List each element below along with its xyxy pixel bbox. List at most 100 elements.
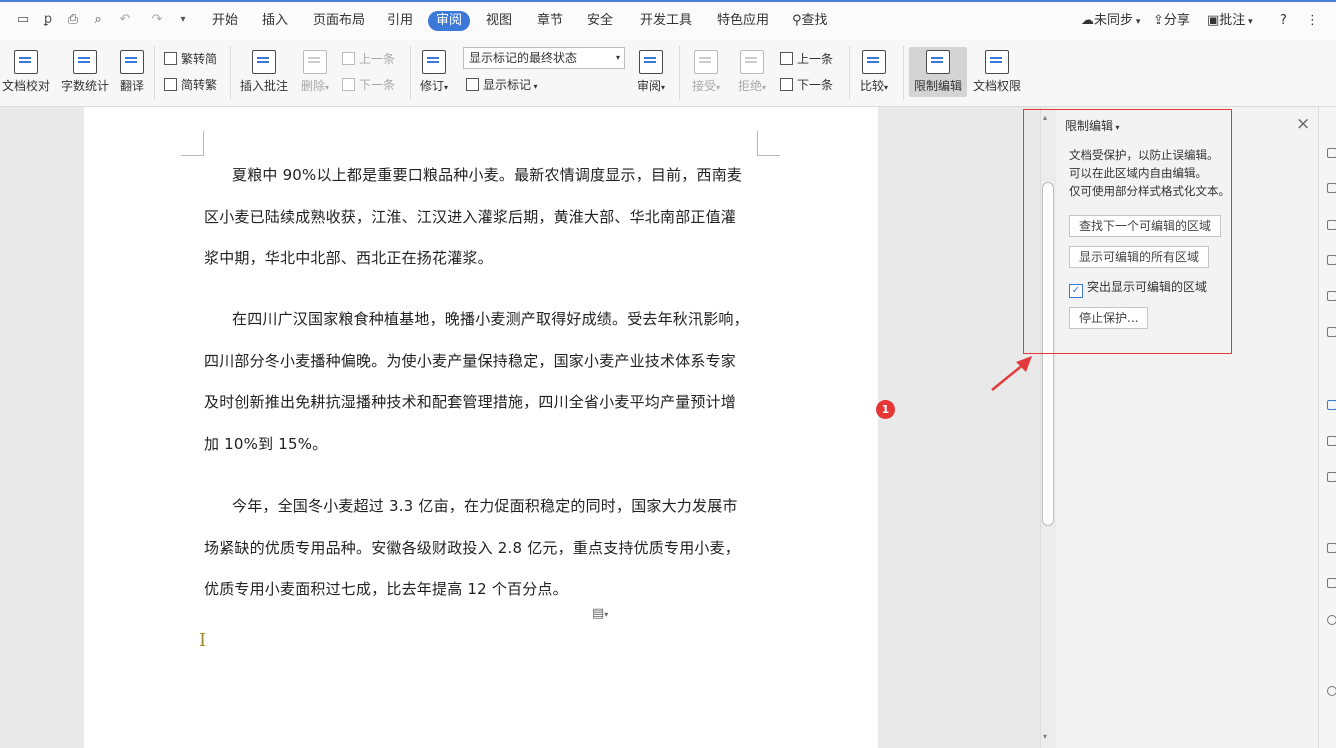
next-comment-button[interactable]: 下一条 [342, 77, 395, 93]
table-icon[interactable] [1327, 255, 1336, 265]
divider [679, 46, 680, 100]
share-button[interactable]: ⇪分享 [1153, 12, 1190, 30]
customize-chevron-icon[interactable]: ▾ [174, 11, 192, 29]
restrict-icon[interactable] [1327, 400, 1336, 410]
trad-to-simp-button[interactable]: 繁转简 [164, 51, 217, 67]
text-line: 优质专用小麦面积过七成，比去年提高 12 个百分点。 [204, 580, 568, 598]
tab-page-layout[interactable]: 页面布局 [313, 12, 365, 30]
margin-corner [181, 131, 204, 156]
redo-icon[interactable]: ↷ [148, 11, 166, 29]
print-icon[interactable]: ⎙ [64, 11, 82, 29]
tab-review[interactable]: 审阅 [428, 11, 471, 31]
translate-button[interactable]: 翻译 [118, 50, 146, 94]
tab-start[interactable]: 开始 [212, 12, 238, 30]
history-icon[interactable] [1327, 686, 1336, 696]
accept-button[interactable]: 接受▾ [688, 50, 724, 94]
gallery-icon[interactable] [1327, 543, 1336, 553]
panel-icon[interactable] [1327, 327, 1336, 337]
close-panel-icon[interactable]: × [1296, 114, 1310, 134]
delete-comment-icon [303, 50, 327, 74]
tab-insert[interactable]: 插入 [262, 12, 288, 30]
delete-comment-button[interactable]: 删除▾ [297, 50, 333, 94]
text-line: 浆中期，华北中北部、西北正在扬花灌浆。 [204, 249, 493, 267]
comment-icon: ▣ [1207, 13, 1220, 28]
review-pane-button[interactable]: 审阅▾ [632, 50, 670, 94]
paragraph-3[interactable]: 今年，全国冬小麦超过 3.3 亿亩，在力促面积稳定的同时，国家大力发展市 场紧缺… [204, 486, 764, 611]
prev-change-icon [780, 52, 793, 65]
annotation-arrow-icon [991, 356, 1032, 391]
right-side-bar [1318, 107, 1336, 748]
undo-icon[interactable]: ↶ [116, 11, 134, 29]
show-marks-icon [466, 78, 479, 91]
restrict-edit-button[interactable]: 限制编辑 [909, 47, 967, 97]
text-line: 场紧缺的优质专用品种。安徽各级财政投入 2.8 亿元，重点支持优质专用小麦， [204, 538, 740, 557]
search-icon: ⚲ [792, 13, 802, 28]
menu-bar: ▭ ꝑ ⎙ ⌕ ↶ ↷ ▾ 开始 插入 页面布局 引用 审阅 视图 章节 安全 … [0, 0, 1336, 40]
tab-chapter[interactable]: 章节 [537, 12, 563, 30]
revise-icon [422, 50, 446, 74]
search-button[interactable]: ⚲查找 [792, 12, 828, 30]
proofread-button[interactable]: 文档校对 [2, 50, 50, 94]
wordcount-icon [73, 50, 97, 74]
paste-options-icon[interactable]: ▤▾ [592, 606, 608, 621]
tab-references[interactable]: 引用 [387, 12, 413, 30]
print-preview-icon[interactable]: ⌕ [89, 11, 107, 29]
more-button[interactable]: ⋮ [1306, 12, 1319, 30]
step-badge: 1 [876, 400, 895, 419]
scroll-down-icon[interactable]: ▾ [1043, 732, 1047, 741]
doc-permission-icon [985, 50, 1009, 74]
document-icon[interactable] [1327, 436, 1336, 446]
reject-button[interactable]: 拒绝▾ [734, 50, 770, 94]
paragraph-2[interactable]: 在四川广汉国家粮食种植基地，晚播小麦测产取得好成绩。受去年秋汛影响， 四川部分冬… [204, 299, 764, 465]
comment-menu-button[interactable]: ▣批注 ▾ [1207, 12, 1253, 31]
display-state-select[interactable]: 显示标记的最终状态 ▾ [463, 47, 625, 69]
layout-icon[interactable] [1327, 291, 1336, 301]
prev-comment-button[interactable]: 上一条 [342, 51, 395, 67]
shape-icon[interactable] [1327, 220, 1336, 230]
pen-icon[interactable] [1327, 148, 1336, 158]
image-icon[interactable] [1327, 578, 1336, 588]
divider [849, 46, 850, 100]
chevron-down-icon: ▾ [615, 53, 620, 62]
simp-to-trad-button[interactable]: 简转繁 [164, 77, 217, 93]
cloud-icon: ☁ [1081, 13, 1094, 28]
tab-features[interactable]: 特色应用 [717, 12, 769, 30]
show-marks-button[interactable]: 显示标记 ▾ [466, 77, 538, 95]
next-change-icon [780, 78, 793, 91]
doc-permission-button[interactable]: 文档权限 [971, 50, 1023, 94]
wordcount-button[interactable]: 字数统计 [60, 50, 110, 94]
prev-change-button[interactable]: 上一条 [780, 51, 833, 67]
translate-icon [120, 50, 144, 74]
divider [230, 46, 231, 100]
text-line: 四川部分冬小麦播种偏晚。为使小麦产量保持稳定，国家小麦产业技术体系专家 [204, 351, 737, 370]
select-icon[interactable] [1327, 183, 1336, 193]
next-change-button[interactable]: 下一条 [780, 77, 833, 93]
paragraph-1[interactable]: 夏粮中 90%以上都是重要口粮品种小麦。最新农情调度显示，目前，西南麦 区小麦已… [204, 155, 764, 280]
review-pane-icon [639, 50, 663, 74]
save-icon[interactable]: ▭ [14, 11, 32, 29]
tab-security[interactable]: 安全 [587, 12, 613, 30]
tab-developer[interactable]: 开发工具 [640, 12, 692, 30]
margin-corner [757, 131, 780, 156]
settings-icon[interactable] [1327, 615, 1336, 625]
quick-tool-icon[interactable]: ꝑ [39, 11, 57, 29]
help-button[interactable]: ? [1280, 12, 1287, 30]
trad-simp-icon [164, 52, 177, 65]
compare-button[interactable]: 比较▾ [856, 50, 892, 94]
lock-icon [926, 50, 950, 74]
simp-trad-icon [164, 78, 177, 91]
revise-button[interactable]: 修订▾ [416, 50, 452, 94]
text-line: 今年，全国冬小麦超过 3.3 亿亩，在力促面积稳定的同时，国家大力发展市 [232, 497, 738, 515]
text-line: 在四川广汉国家粮食种植基地，晚播小麦测产取得好成绩。受去年秋汛影响， [232, 310, 749, 328]
tab-view[interactable]: 视图 [486, 12, 512, 30]
prev-comment-icon [342, 52, 355, 65]
window-icon[interactable] [1327, 472, 1336, 482]
text-cursor-icon: I [199, 630, 207, 651]
text-line: 夏粮中 90%以上都是重要口粮品种小麦。最新农情调度显示，目前，西南麦 [232, 166, 743, 184]
insert-comment-button[interactable]: 插入批注 [239, 50, 289, 94]
divider [903, 46, 904, 100]
sync-button[interactable]: ☁未同步 ▾ [1081, 12, 1140, 31]
next-comment-icon [342, 78, 355, 91]
divider [154, 46, 155, 100]
accept-icon [694, 50, 718, 74]
